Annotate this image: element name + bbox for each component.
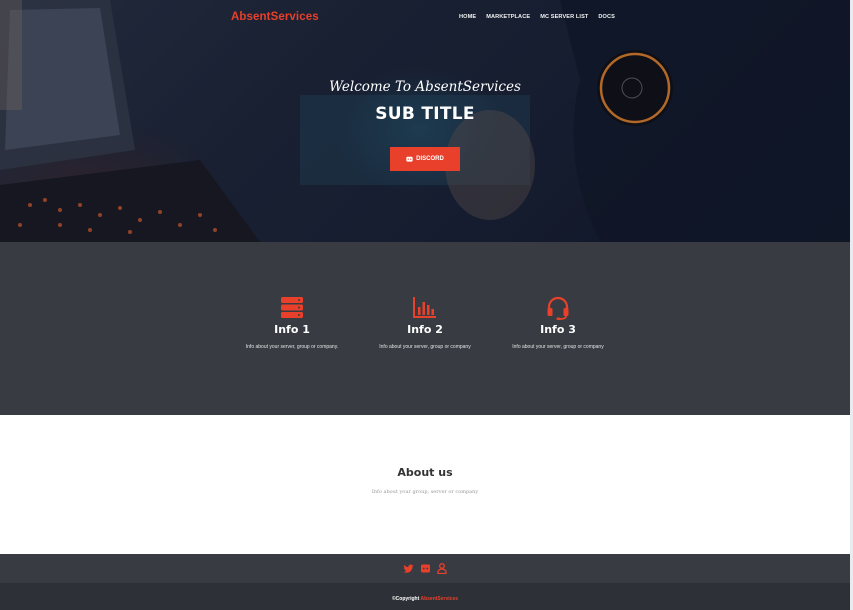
- nav-link-home[interactable]: HOME: [459, 14, 476, 20]
- discord-icon[interactable]: [420, 564, 431, 574]
- discord-icon: [406, 156, 413, 162]
- discord-button-label: DISCORD: [416, 156, 444, 162]
- info-card-2: Info 2 Info about your server, group or …: [360, 296, 490, 350]
- info-section: Info 1 Info about your server, group or …: [0, 242, 850, 415]
- discord-button[interactable]: DISCORD: [390, 147, 460, 171]
- info-desc-3: Info about your server, group or company: [512, 344, 604, 350]
- about-section: About us Info about your group, server o…: [0, 415, 850, 554]
- about-title: About us: [397, 466, 453, 479]
- footer-social-bar: [0, 554, 850, 583]
- main-nav: HOME MARKETPLACE MC SERVER LIST DOCS: [459, 14, 615, 20]
- copyright-text: ©Copyright AbsentServices: [0, 596, 850, 602]
- nav-link-mc-server-list[interactable]: MC SERVER LIST: [540, 14, 588, 20]
- server-icon: [281, 297, 303, 318]
- hero-section: AbsentServices HOME MARKETPLACE MC SERVE…: [0, 0, 850, 242]
- info-title-1: Info 1: [274, 323, 310, 336]
- copyright-label: ©Copyright: [391, 596, 420, 602]
- info-title-3: Info 3: [540, 323, 576, 336]
- headset-icon: [547, 296, 569, 320]
- info-desc-1: Info about your server, group or company…: [245, 344, 339, 350]
- nav-link-marketplace[interactable]: MARKETPLACE: [486, 14, 530, 20]
- footer-copyright-bar: ©Copyright AbsentServices: [0, 583, 850, 610]
- nav-link-docs[interactable]: DOCS: [598, 14, 615, 20]
- about-description: Info about your group, server or company: [371, 489, 479, 495]
- brand-logo[interactable]: AbsentServices: [231, 11, 319, 23]
- info-card-1: Info 1 Info about your server, group or …: [227, 296, 357, 350]
- twitter-icon[interactable]: [403, 564, 414, 574]
- user-icon[interactable]: [437, 563, 447, 574]
- page: AbsentServices HOME MARKETPLACE MC SERVE…: [0, 0, 850, 610]
- info-card-3: Info 3 Info about your server, group or …: [493, 296, 623, 350]
- bar-chart-icon: [413, 297, 436, 318]
- info-desc-2: Info about your server, group or company: [379, 344, 471, 350]
- copyright-brand-link[interactable]: AbsentServices: [420, 596, 458, 602]
- hero-welcome-text: Welcome To AbsentServices: [329, 79, 521, 95]
- hero-subtitle: SUB TITLE: [375, 104, 475, 124]
- info-title-2: Info 2: [407, 323, 443, 336]
